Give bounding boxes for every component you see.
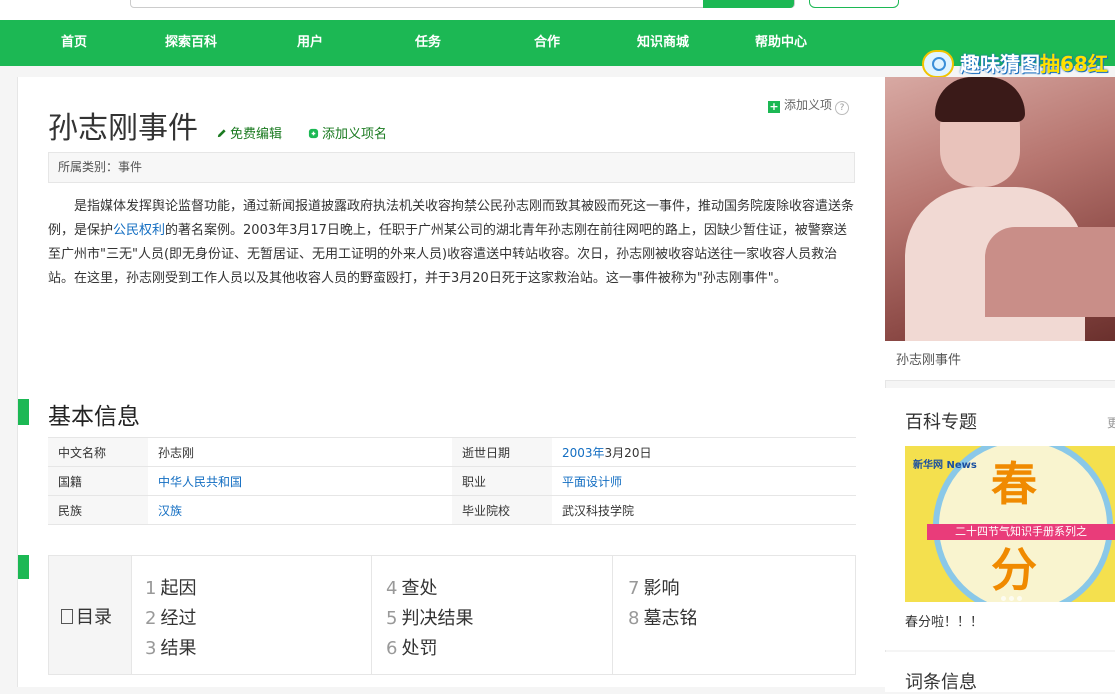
toc-item[interactable]: 1 起因 — [145, 574, 196, 600]
toc-item[interactable]: 3 结果 — [145, 634, 196, 660]
info-link-nationality[interactable]: 中华人民共和国 — [158, 475, 242, 489]
nav-item-users[interactable]: 用户 — [297, 20, 323, 66]
toc-item[interactable]: 2 经过 — [145, 604, 196, 630]
info-value: 中华人民共和国 — [148, 466, 452, 496]
photo-figure-leg — [985, 227, 1115, 317]
photo-figure-hair — [935, 77, 1025, 122]
topic-image-text: 春 — [991, 457, 1037, 511]
info-key: 职业 — [452, 466, 552, 496]
promo-text: 趣味猜图抽68红 — [960, 52, 1108, 76]
info-value: 武汉科技学院 — [552, 495, 856, 525]
table-row: 国籍 中华人民共和国 职业 平面设计师 — [48, 466, 856, 496]
promo-banner[interactable]: 趣味猜图抽68红 — [922, 48, 1115, 80]
table-row: 中文名称 孙志刚 逝世日期 2003年3月20日 — [48, 437, 856, 467]
add-name-button[interactable]: 添加义项名 — [308, 123, 387, 142]
search-input[interactable] — [130, 0, 795, 8]
category-box: 所属类别：事件 — [48, 152, 855, 183]
help-icon[interactable]: ? — [835, 101, 850, 115]
info-value: 平面设计师 — [552, 466, 856, 496]
article-main: + 添加义项? 孙志刚事件 免费编辑 添加义项名 所属类别：事件 是指媒体发挥舆论… — [17, 77, 886, 687]
edit-button[interactable]: 免费编辑 — [216, 123, 282, 142]
info-link-year[interactable]: 2003年 — [562, 446, 605, 460]
toc-divider — [371, 556, 372, 674]
info-value: 孙志刚 — [148, 437, 452, 467]
summary-text: 是指媒体发挥舆论监督功能，通过新闻报道披露政府执法机关收容拘禁公民孙志刚而致其被… — [48, 199, 855, 286]
topic-image[interactable]: 新华网 News 春 二十四节气知识手册系列之 分 — [905, 446, 1115, 602]
toc-divider — [612, 556, 613, 674]
carousel-dots[interactable] — [1001, 586, 1025, 602]
photo-caption: 孙志刚事件 — [885, 341, 1115, 381]
magnifier-icon — [922, 50, 954, 78]
topic-caption[interactable]: 春分啦！！！ — [905, 611, 983, 630]
topic-more-link[interactable]: 更 — [1107, 414, 1115, 431]
toc-item[interactable]: 5 判决结果 — [386, 604, 473, 630]
info-key: 中文名称 — [48, 437, 148, 467]
nav-item-explore[interactable]: 探索百科 — [165, 20, 217, 66]
basic-info-title: 基本信息 — [48, 404, 140, 430]
toc-item[interactable]: 8 墓志铭 — [628, 604, 697, 630]
add-name-icon — [308, 128, 319, 139]
xinhua-logo: 新华网 News — [913, 460, 977, 471]
info-link-occupation[interactable]: 平面设计师 — [562, 475, 622, 489]
table-row: 民族 汉族 毕业院校 武汉科技学院 — [48, 495, 856, 525]
search-button[interactable] — [703, 0, 794, 8]
summary-link-civil-rights[interactable]: 公民权利 — [113, 223, 165, 238]
toc-item[interactable]: 6 处罚 — [386, 634, 437, 660]
info-value: 汉族 — [148, 495, 452, 525]
top-header — [0, 0, 1115, 20]
main-nav: 首页 探索百科 用户 任务 合作 知识商城 帮助中心 趣味猜图抽68红 — [0, 20, 1115, 78]
list-icon — [61, 609, 73, 624]
nav-item-cooperation[interactable]: 合作 — [534, 20, 560, 66]
info-link-ethnicity[interactable]: 汉族 — [158, 504, 182, 518]
basic-info-table: 中文名称 孙志刚 逝世日期 2003年3月20日 国籍 中华人民共和国 职业 平… — [48, 437, 856, 525]
add-item-link[interactable]: + 添加义项? — [768, 96, 850, 115]
info-key: 国籍 — [48, 466, 148, 496]
toc-item[interactable]: 7 影响 — [628, 574, 679, 600]
table-of-contents: 目录 1 起因 2 经过 3 结果 4 查处 5 判决结果 6 处罚 7 影响 8 墓志铭 — [48, 555, 856, 675]
page-title: 孙志刚事件 — [48, 111, 198, 146]
info-key: 毕业院校 — [452, 495, 552, 525]
section-marker — [18, 555, 29, 579]
pencil-icon — [217, 129, 226, 138]
secondary-button[interactable] — [809, 0, 899, 8]
info-key: 民族 — [48, 495, 148, 525]
nav-item-tasks[interactable]: 任务 — [415, 20, 441, 66]
section-marker — [18, 399, 29, 425]
entry-info-title: 词条信息 — [905, 672, 977, 693]
article-photo[interactable] — [885, 77, 1115, 341]
topic-card: 百科专题 更 新华网 News 春 二十四节气知识手册系列之 分 春分啦！！！ — [885, 388, 1115, 650]
info-value: 2003年3月20日 — [552, 437, 856, 467]
nav-item-home[interactable]: 首页 — [61, 20, 87, 66]
entry-info-card: 词条信息 — [885, 652, 1115, 693]
toc-item[interactable]: 4 查处 — [386, 574, 437, 600]
nav-item-store[interactable]: 知识商城 — [637, 20, 689, 66]
topic-title: 百科专题 — [905, 412, 977, 433]
plus-icon: + — [768, 100, 780, 113]
toc-header: 目录 — [49, 556, 132, 674]
info-key: 逝世日期 — [452, 437, 552, 467]
toc-label: 目录 — [61, 603, 112, 629]
nav-item-help[interactable]: 帮助中心 — [755, 20, 807, 66]
